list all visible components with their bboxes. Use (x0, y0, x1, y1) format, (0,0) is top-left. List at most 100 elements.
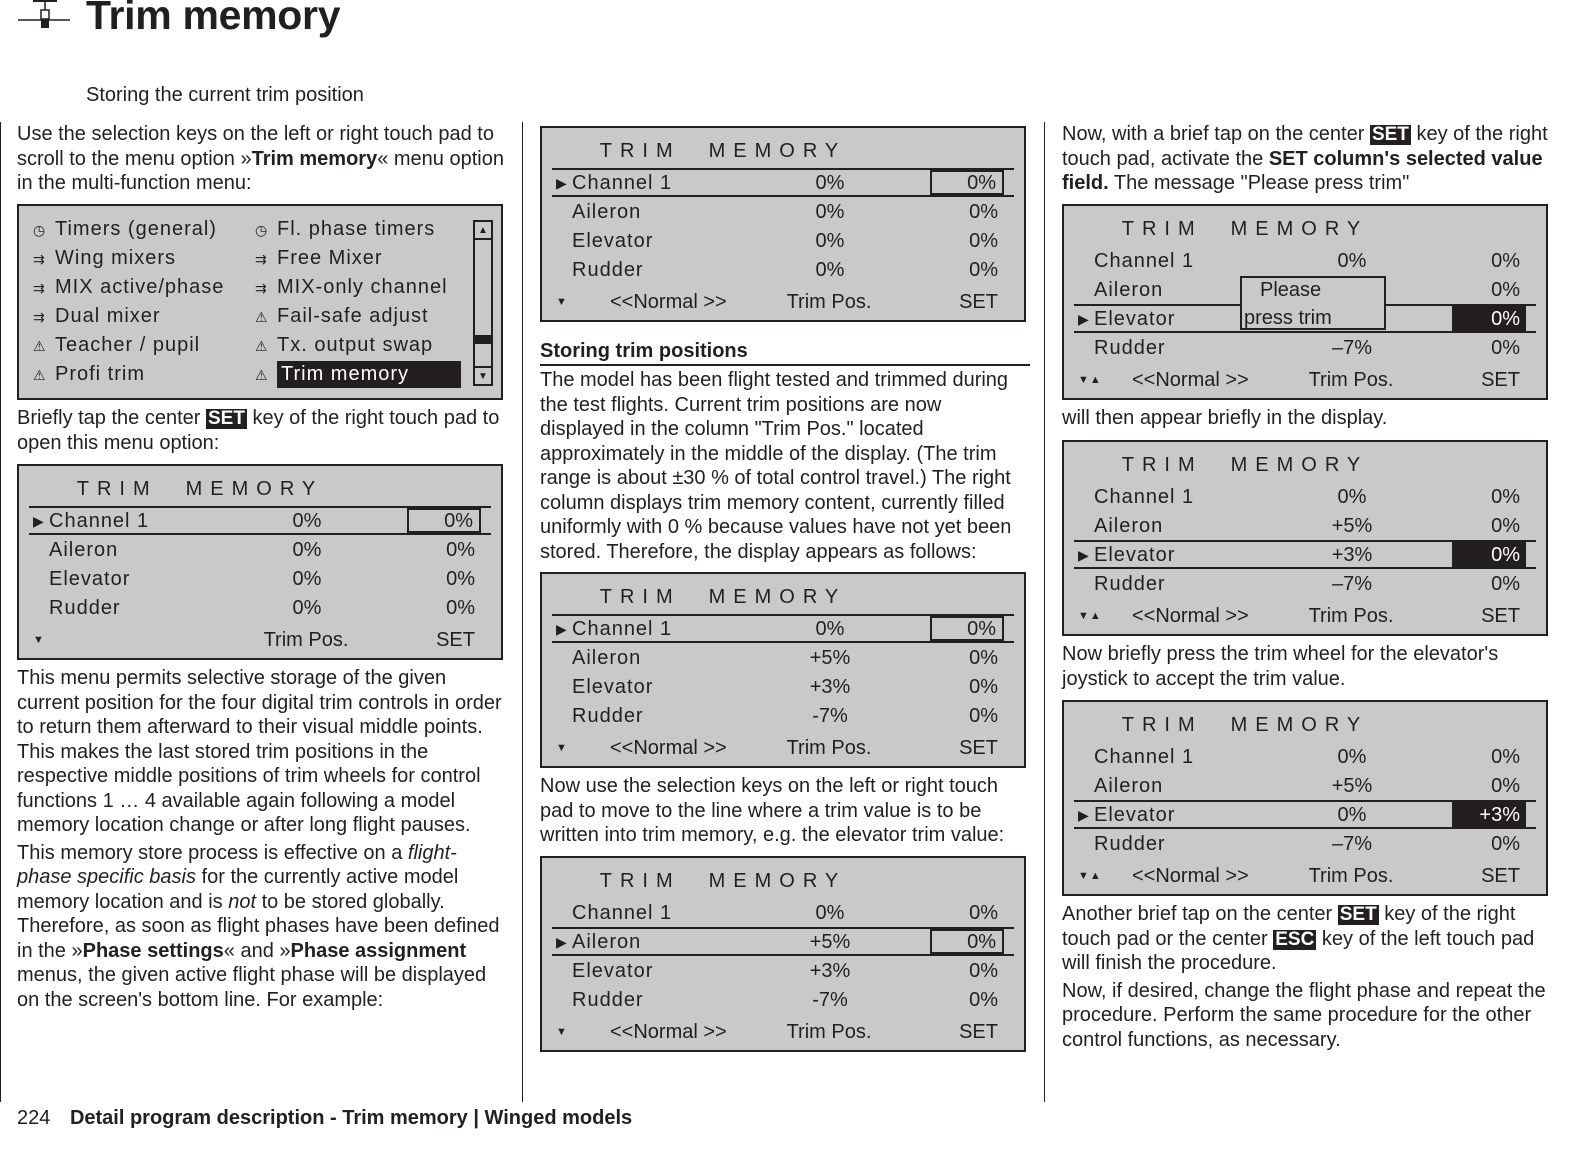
menu-item[interactable]: ⚠ Profi trim (33, 361, 145, 389)
flight-phase-label[interactable]: <<Normal >> (610, 1021, 727, 1044)
mixer-icon: ⇉ (33, 280, 45, 296)
trim-position-value: 0% (292, 510, 322, 532)
trim-row[interactable]: ▶ Channel 1 0% 0% (29, 506, 491, 535)
scroll-down-icon[interactable]: ▼ (475, 366, 491, 384)
trim-memory-value[interactable]: 0% (407, 595, 481, 620)
trim-memory-value[interactable]: 0% (1452, 484, 1526, 509)
paragraph: The model has been flight tested and tri… (540, 369, 1012, 563)
column-divider (1044, 122, 1045, 1102)
flight-phase-label[interactable]: <<Normal >> (610, 737, 727, 760)
trim-memory-value[interactable]: 0% (930, 703, 1004, 728)
menu-item[interactable]: ⚠ Trim memory (255, 361, 461, 389)
menu-item[interactable]: ⚠ Fail-safe adjust (255, 303, 429, 331)
trim-row[interactable]: Rudder –7% 0% (1074, 571, 1536, 600)
screen-footer: ▼ Trim Pos. SET (29, 628, 491, 654)
screen-title: TRIM MEMORY (599, 140, 847, 162)
trim-memory-value[interactable]: 0% (1452, 248, 1526, 273)
trim-pos-column-label: Trim Pos. (786, 1020, 872, 1043)
trim-memory-value[interactable]: 0% (930, 928, 1004, 954)
trim-memory-value[interactable]: 0% (930, 674, 1004, 699)
flight-phase-label[interactable]: <<Normal >> (1132, 865, 1249, 888)
trim-memory-screen: TRIM MEMORY Channel 1 0% 0% Aileron 0% ▶ Elevato… (1062, 204, 1548, 400)
trim-memory-value[interactable]: 0% (930, 900, 1004, 925)
menu-item[interactable]: ◷ Fl. phase timers (255, 216, 435, 244)
trim-row[interactable]: Rudder –7% 0% (1074, 831, 1536, 860)
menu-item[interactable]: ⚠ Teacher / pupil (33, 332, 200, 360)
trim-row[interactable]: Elevator 0% 0% (552, 228, 1014, 257)
channel-name: Aileron (572, 930, 642, 953)
trim-memory-value[interactable]: 0% (1452, 542, 1526, 567)
flight-phase-label[interactable]: <<Normal >> (610, 291, 727, 314)
column-1: Use the selection keys on the left or ri… (17, 122, 507, 1012)
trim-row[interactable]: Aileron 0% 0% (552, 199, 1014, 228)
trim-memory-value[interactable]: 0% (1452, 744, 1526, 769)
trim-memory-value[interactable]: 0% (407, 537, 481, 562)
trim-memory-value[interactable]: 0% (1452, 306, 1526, 331)
trim-row[interactable]: Aileron +5% 0% (552, 645, 1014, 674)
scroll-up-icon[interactable]: ▲ (475, 222, 491, 240)
trim-memory-value[interactable]: 0% (1452, 513, 1526, 538)
menu-item[interactable]: ⚠ Tx. output swap (255, 332, 433, 360)
trim-memory-value[interactable]: 0% (407, 566, 481, 591)
trim-memory-value[interactable]: 0% (930, 257, 1004, 282)
trim-row[interactable]: Elevator +3% 0% (552, 674, 1014, 703)
trim-row[interactable]: Rudder -7% 0% (552, 703, 1014, 732)
trim-memory-value[interactable]: 0% (1452, 773, 1526, 798)
menu-item-label: Wing mixers (55, 247, 177, 269)
trim-memory-value[interactable]: 0% (1452, 277, 1526, 302)
trim-row[interactable]: ▶ Channel 1 0% 0% (552, 168, 1014, 197)
trim-memory-screen: TRIM MEMORY ▶ Channel 1 0% 0% Aileron +5% 0% Elev… (540, 572, 1026, 768)
trim-memory-value[interactable]: 0% (1452, 335, 1526, 360)
trim-memory-value[interactable]: 0% (930, 645, 1004, 670)
trim-row[interactable]: Channel 1 0% 0% (552, 900, 1014, 929)
trim-row[interactable]: Rudder 0% 0% (29, 595, 491, 624)
trim-memory-value[interactable]: +3% (1452, 802, 1526, 827)
trim-row[interactable]: Elevator 0% 0% (29, 566, 491, 595)
trim-row[interactable]: Channel 1 0% 0% (1074, 484, 1536, 513)
trim-row[interactable]: Aileron +5% 0% (1074, 773, 1536, 802)
trim-row[interactable]: ▶ Elevator 0% +3% (1074, 800, 1536, 829)
scrollbar[interactable]: ▲ ▼ (473, 220, 493, 386)
trim-row[interactable]: Rudder 0% 0% (552, 257, 1014, 286)
trim-memory-value[interactable]: 0% (930, 616, 1004, 641)
screen-title: TRIM MEMORY (76, 478, 324, 500)
trim-row[interactable]: ▶ Channel 1 0% 0% (552, 614, 1014, 643)
trim-memory-value[interactable]: 0% (1452, 831, 1526, 856)
trim-memory-value[interactable]: 0% (930, 228, 1004, 253)
trim-memory-value[interactable]: 0% (930, 958, 1004, 983)
trim-row[interactable]: Elevator +3% 0% (552, 958, 1014, 987)
menu-item-label: Timers (general) (55, 218, 217, 240)
trim-memory-value[interactable]: 0% (930, 987, 1004, 1012)
channel-name: Elevator (1094, 804, 1176, 826)
trim-row[interactable]: ▶ Elevator +3% 0% (1074, 540, 1536, 569)
trim-memory-value[interactable]: 0% (930, 199, 1004, 224)
scrollbar-thumb[interactable] (475, 334, 491, 344)
menu-item[interactable]: ⇉ MIX-only channel (255, 274, 448, 302)
channel-name: Aileron (572, 201, 642, 223)
trim-row[interactable]: ▶ Aileron +5% 0% (552, 926, 1014, 956)
flight-phase-label[interactable]: <<Normal >> (1132, 369, 1249, 392)
trim-row[interactable]: Aileron 0% 0% (29, 537, 491, 566)
trim-memory-value[interactable]: 0% (1452, 571, 1526, 596)
trim-row[interactable]: Rudder –7% 0% (1074, 335, 1536, 364)
trim-position-value: +3% (809, 676, 851, 698)
menu-item[interactable]: ⇉ Dual mixer (33, 303, 161, 331)
menu-item-label: Trim memory (277, 361, 461, 388)
channel-name: Elevator (1094, 308, 1176, 330)
menu-item[interactable]: ⇉ Free Mixer (255, 245, 383, 273)
trim-memory-value[interactable]: 0% (407, 508, 481, 533)
menu-item[interactable]: ⇉ MIX active/phase (33, 274, 224, 302)
channel-name: Rudder (572, 988, 644, 1011)
trim-memory-value[interactable]: 0% (930, 170, 1004, 195)
set-key-label: SET (1337, 904, 1379, 925)
flight-phase-label[interactable]: <<Normal >> (1132, 605, 1249, 628)
trim-row[interactable]: Channel 1 0% 0% (1074, 744, 1536, 773)
trim-row[interactable]: Channel 1 0% 0% (1074, 248, 1536, 277)
channel-name: Rudder (1094, 833, 1166, 855)
trim-row[interactable]: Aileron +5% 0% (1074, 513, 1536, 542)
menu-item[interactable]: ◷ Timers (general) (33, 216, 217, 244)
column-2: TRIM MEMORY ▶ Channel 1 0% 0% Aileron 0% 0% Eleva… (540, 126, 1030, 1052)
trim-position-value: +3% (1331, 544, 1373, 566)
trim-row[interactable]: Rudder -7% 0% (552, 987, 1014, 1016)
menu-item[interactable]: ⇉ Wing mixers (33, 245, 176, 273)
